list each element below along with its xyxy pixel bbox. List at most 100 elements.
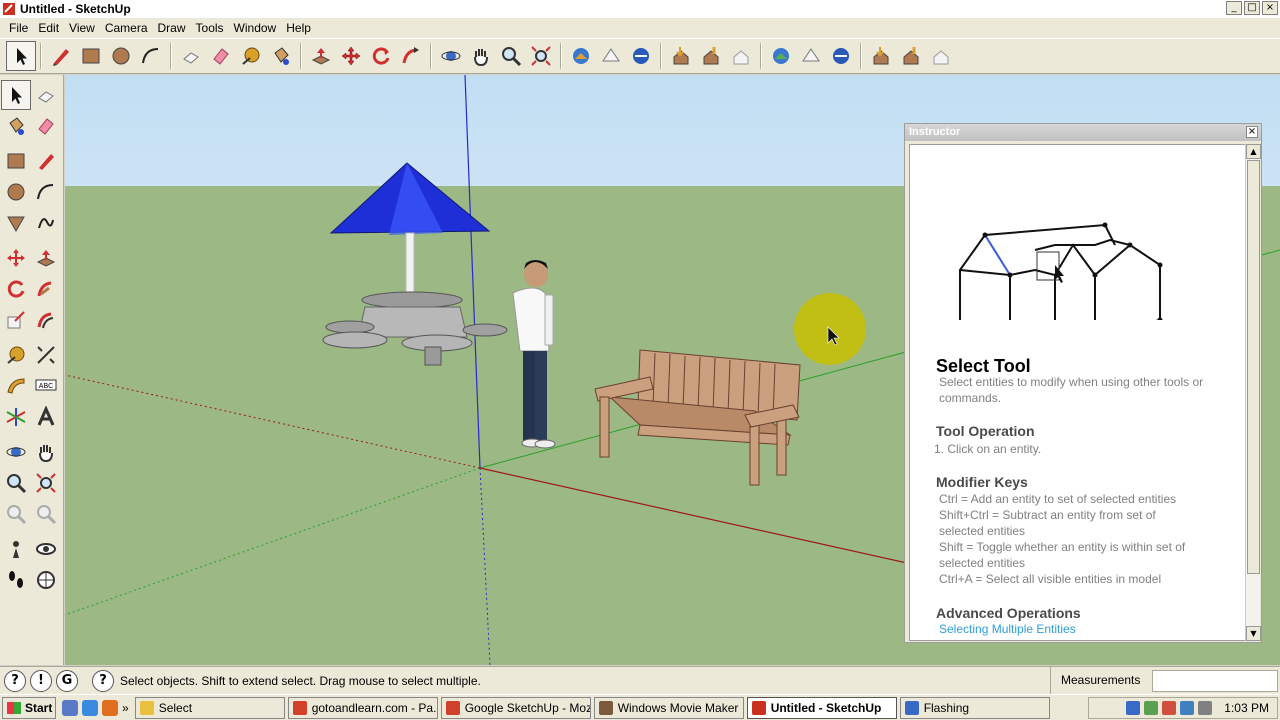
make-component-icon[interactable] [31,80,61,110]
show-desktop-icon[interactable] [62,699,78,716]
selecting-multiple-entities-link[interactable]: Selecting Multiple Entities [939,622,1076,636]
rotate-icon[interactable] [366,41,396,71]
menu-edit[interactable]: Edit [33,21,64,35]
taskbar-item-gotoandlearn[interactable]: gotoandlearn.com - Pa... [287,696,438,719]
network-icon[interactable] [1126,701,1141,715]
volume-icon[interactable] [1198,701,1213,715]
instructor-title-bar[interactable]: Instructor × [905,124,1261,141]
preview-in-earth-icon[interactable] [826,41,856,71]
zoom-icon[interactable] [1,468,31,498]
menu-tools[interactable]: Tools [191,21,229,35]
menu-file[interactable]: File [4,21,33,35]
firefox-icon[interactable] [102,699,118,716]
add-location-icon[interactable] [796,41,826,71]
arc-icon[interactable] [31,177,61,207]
menu-window[interactable]: Window [229,21,282,35]
taskbar-item-sketchup[interactable]: Untitled - SketchUp [746,696,897,719]
follow-me-icon[interactable] [396,41,426,71]
measurements-input[interactable] [1152,670,1278,692]
next-view-icon[interactable] [31,499,61,529]
eraser-icon[interactable] [206,41,236,71]
taskbar-item-google-sketchup[interactable]: Google SketchUp - Mozi... [440,696,591,719]
help-icon[interactable]: ? [92,669,114,692]
credits-icon[interactable]: ! [30,669,52,692]
follow-me-icon[interactable] [31,274,61,304]
arc-icon[interactable] [136,41,166,71]
upload-icon[interactable] [896,41,926,71]
menu-help[interactable]: Help [281,21,316,35]
quick-launch-more[interactable]: » [122,701,129,715]
maximize-button[interactable]: □ [1244,1,1260,15]
paint-bucket-icon[interactable] [1,111,31,141]
move-icon[interactable] [336,41,366,71]
bench-model[interactable] [594,349,801,486]
menu-camera[interactable]: Camera [100,21,153,35]
scroll-up-arrow-icon[interactable]: ▲ [1246,144,1261,159]
select-icon[interactable] [6,41,36,71]
menu-draw[interactable]: Draw [153,21,191,35]
position-camera-icon[interactable] [1,534,31,564]
get-models-icon[interactable] [566,41,596,71]
rectangle-icon[interactable] [76,41,106,71]
eraser-icon[interactable] [31,111,61,141]
share-model-icon[interactable] [596,41,626,71]
freehand-icon[interactable] [31,208,61,238]
select-icon[interactable] [1,79,31,110]
toggle-terrain-icon[interactable] [766,41,796,71]
tray-app-icon[interactable] [1144,701,1159,715]
menu-view[interactable]: View [64,21,100,35]
clock[interactable]: 1:03 PM [1224,701,1269,715]
tray-app-icon[interactable] [1180,701,1195,715]
section-plane-icon[interactable] [31,565,61,595]
taskbar-item-movie-maker[interactable]: Windows Movie Maker [593,696,744,719]
rotate-icon[interactable] [1,274,31,304]
start-button[interactable]: Start [2,696,56,719]
make-component-icon[interactable] [176,41,206,71]
instructor-scrollbar[interactable]: ▲ ▼ [1245,144,1261,641]
3d-text-icon[interactable] [31,402,61,432]
polygon-icon[interactable] [1,208,31,238]
push-pull-icon[interactable] [31,243,61,273]
zoom-icon[interactable] [496,41,526,71]
dimension-icon[interactable] [31,340,61,370]
get-photo-texture-icon[interactable] [666,41,696,71]
picnic-table-model[interactable] [322,162,508,366]
tray-app-icon[interactable] [1162,701,1177,715]
scroll-thumb[interactable] [1247,160,1260,574]
rectangle-icon[interactable] [1,146,31,176]
orbit-icon[interactable] [1,437,31,467]
sign-in-icon[interactable]: G [56,669,78,692]
pencil-icon[interactable] [46,41,76,71]
close-button[interactable]: × [1262,1,1278,15]
text-icon[interactable]: ABC [31,371,61,401]
download-icon[interactable] [926,41,956,71]
minimize-button[interactable]: _ [1226,1,1242,15]
share-component-icon[interactable] [626,41,656,71]
circle-icon[interactable] [1,177,31,207]
line-icon[interactable] [31,146,61,176]
zoom-window-icon[interactable] [31,468,61,498]
offset-icon[interactable] [31,305,61,335]
photo-texture-icon[interactable] [866,41,896,71]
scroll-down-arrow-icon[interactable]: ▼ [1246,626,1261,641]
scale-icon[interactable] [1,305,31,335]
geo-location-icon[interactable]: ? [4,669,26,692]
instructor-close-button[interactable]: × [1246,126,1258,138]
previous-view-icon[interactable] [1,499,31,529]
person-model[interactable] [512,260,556,449]
axes-icon[interactable] [1,402,31,432]
look-around-icon[interactable] [31,534,61,564]
zoom-extents-icon[interactable] [526,41,556,71]
orbit-icon[interactable] [436,41,466,71]
place-model-icon[interactable] [696,41,726,71]
pan-icon[interactable] [31,437,61,467]
protractor-icon[interactable] [1,371,31,401]
move-icon[interactable] [1,243,31,273]
taskbar-item-select[interactable]: Select [134,696,285,719]
tape-measure-icon[interactable] [236,41,266,71]
tape-measure-icon[interactable] [1,340,31,370]
taskbar-item-flashing[interactable]: Flashing [899,696,1050,719]
paint-bucket-icon[interactable] [266,41,296,71]
circle-icon[interactable] [106,41,136,71]
internet-explorer-icon[interactable] [82,699,98,716]
